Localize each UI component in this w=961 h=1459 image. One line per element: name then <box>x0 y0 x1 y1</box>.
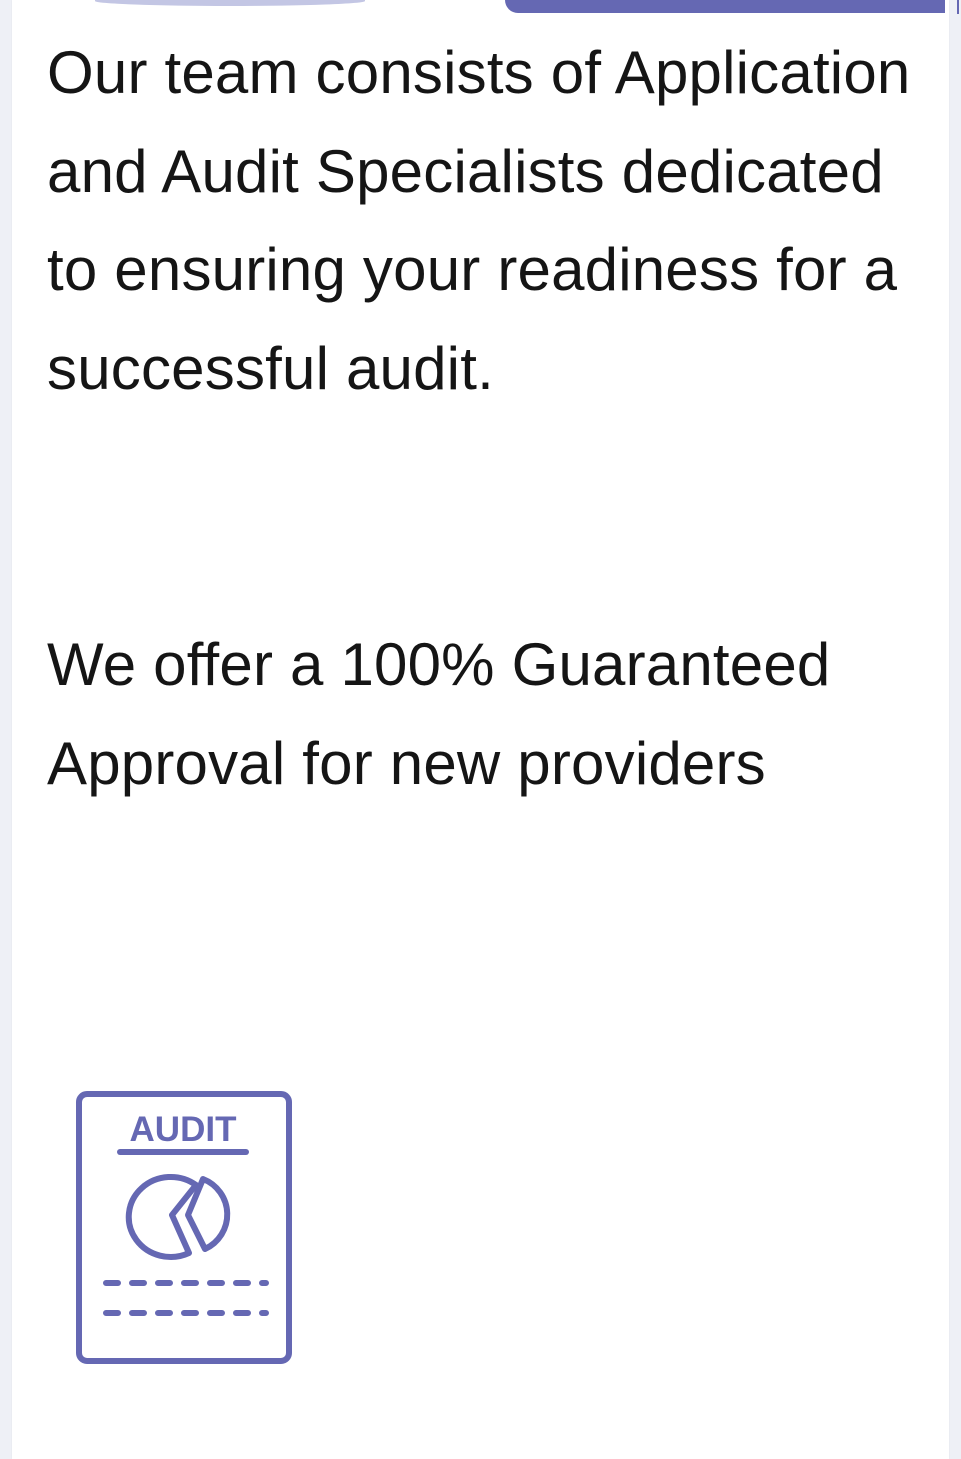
top-decor-accent <box>505 0 945 13</box>
team-description: Our team consists of Application and Aud… <box>47 39 911 402</box>
guarantee-offer: We offer a 100% Guaranteed Approval for … <box>47 631 831 797</box>
audit-icon-label: AUDIT <box>130 1110 237 1149</box>
audit-document-icon: AUDIT <box>76 1091 292 1364</box>
right-edge-decor <box>957 0 959 14</box>
